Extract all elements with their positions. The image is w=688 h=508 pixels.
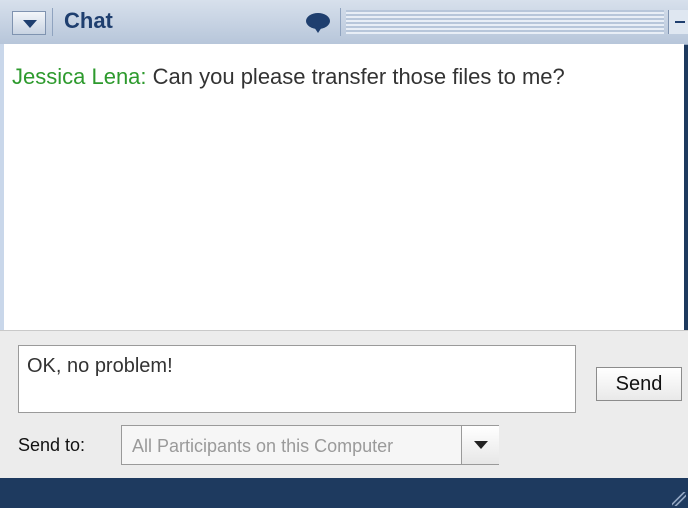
- panel-title: Chat: [64, 8, 113, 33]
- send-button[interactable]: Send: [596, 367, 682, 401]
- chat-panel: Chat Jessica Lena: Can you please transf…: [0, 0, 688, 508]
- minimize-icon[interactable]: [668, 10, 688, 34]
- send-to-select[interactable]: All Participants on this Computer: [121, 425, 499, 465]
- send-to-value: All Participants on this Computer: [132, 436, 394, 456]
- title-divider: [340, 8, 341, 36]
- send-to-label: Send to:: [18, 435, 86, 455]
- chevron-down-icon[interactable]: [461, 426, 499, 464]
- chat-title-bar: Chat: [0, 0, 688, 45]
- speech-bubble-icon: [306, 13, 330, 33]
- resize-grip-icon[interactable]: [672, 492, 686, 506]
- message-input[interactable]: OK, no problem!: [18, 345, 576, 413]
- chevron-down-icon[interactable]: [12, 11, 46, 35]
- drag-grip[interactable]: [346, 10, 664, 34]
- message-sender: Jessica Lena:: [12, 64, 147, 89]
- message-history[interactable]: Jessica Lena: Can you please transfer th…: [0, 44, 684, 330]
- message-input-value: OK, no problem!: [27, 355, 173, 377]
- chat-message: Jessica Lena: Can you please transfer th…: [12, 64, 565, 90]
- title-divider: [52, 8, 53, 36]
- status-strip: [0, 478, 688, 508]
- message-text: Can you please transfer those files to m…: [146, 64, 565, 89]
- compose-area: OK, no problem! Send Send to: All Partic…: [0, 330, 688, 479]
